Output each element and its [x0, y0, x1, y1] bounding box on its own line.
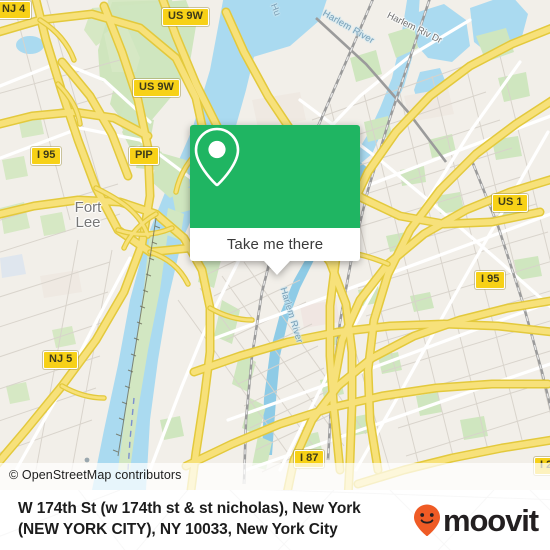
map-attribution[interactable]: © OpenStreetMap contributors: [0, 463, 550, 490]
popup-tail: [264, 261, 290, 275]
take-me-there-button[interactable]: Take me there: [190, 228, 360, 261]
moovit-pin-smiley-icon: [413, 504, 440, 536]
location-caption: W 174th St (w 174th st & st nicholas), N…: [18, 498, 408, 540]
caption-line-2: (NEW YORK CITY), NY 10033, New York City: [18, 521, 338, 538]
map-canvas[interactable]: Fort Lee Hu Harlem River Harlem Riv Dr Ha…: [0, 0, 550, 490]
moovit-map-screenshot: Fort Lee Hu Harlem River Harlem Riv Dr Ha…: [0, 0, 550, 550]
take-me-there-label: Take me there: [226, 236, 324, 253]
popup-header: [190, 125, 360, 228]
attribution-text: © OpenStreetMap contributors: [9, 468, 182, 482]
destination-popup-card[interactable]: Take me there: [190, 125, 360, 275]
caption-bar: W 174th St (w 174th st & st nicholas), N…: [0, 490, 550, 550]
caption-line-1: W 174th St (w 174th st & st nicholas), N…: [18, 500, 361, 517]
moovit-logo[interactable]: moovit: [412, 502, 539, 538]
moovit-wordmark: moovit: [442, 502, 539, 538]
map-pin-icon: [194, 127, 240, 187]
